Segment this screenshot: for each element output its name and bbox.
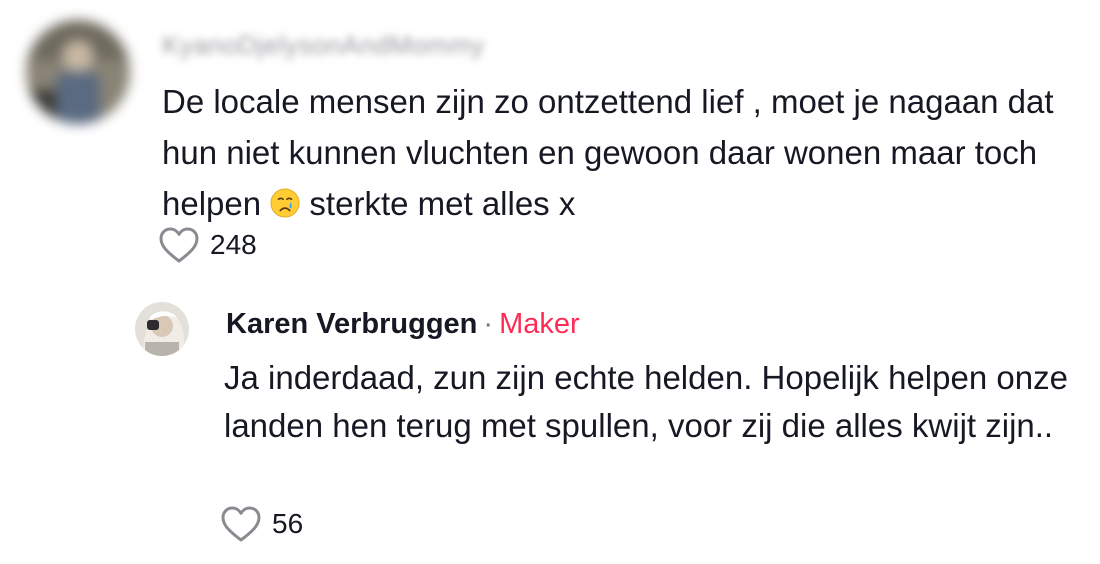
reply-like-count: 56 xyxy=(272,508,304,539)
reply-header: Karen Verbruggen · Maker xyxy=(226,308,580,341)
reply-separator: · xyxy=(483,308,494,340)
reply-like-group: 56 xyxy=(220,505,303,543)
reply-author-avatar[interactable] xyxy=(135,302,189,356)
comment-text: De locale mensen zijn zo ontzettend lief… xyxy=(162,76,1062,229)
heart-icon[interactable] xyxy=(158,226,200,264)
commenter-username[interactable]: KyanoDjelysonAndMommy xyxy=(162,30,485,61)
comment-like-group: 248 xyxy=(158,226,257,264)
reply-text: Ja inderdaad, zun zijn echte helden. Hop… xyxy=(224,359,1068,444)
reply-author-name[interactable]: Karen Verbruggen xyxy=(226,308,477,340)
comment-like-count: 248 xyxy=(210,229,257,260)
heart-icon[interactable] xyxy=(220,505,262,543)
comment-text-part2: sterkte met alles x xyxy=(300,185,576,222)
commenter-avatar[interactable] xyxy=(26,20,130,124)
crying-face-emoji-icon xyxy=(270,188,300,218)
creator-badge: Maker xyxy=(499,308,580,340)
